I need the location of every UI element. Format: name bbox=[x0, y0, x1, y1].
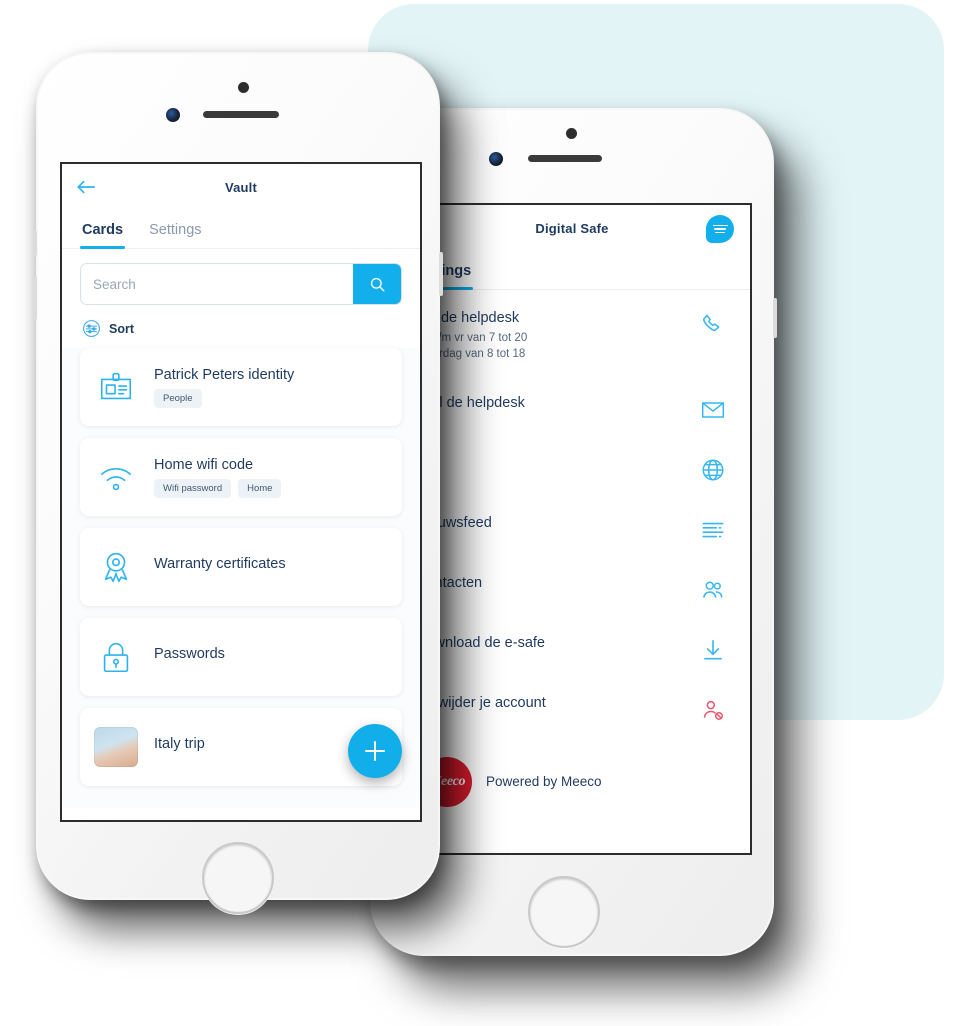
list-item[interactable]: Passwords bbox=[80, 618, 402, 696]
card-title: Patrick Peters identity bbox=[154, 366, 295, 383]
photo-thumbnail bbox=[94, 727, 138, 767]
tag: Wifi password bbox=[154, 478, 232, 498]
side-button bbox=[33, 276, 37, 320]
tab-cards[interactable]: Cards bbox=[80, 218, 126, 249]
hamburger-badge-icon[interactable] bbox=[706, 215, 734, 243]
sensor-icon bbox=[489, 152, 503, 166]
front-tabs: Cards Settings bbox=[62, 210, 420, 249]
front-topbar: Vault bbox=[62, 164, 420, 210]
settings-list: Bel de helpdesk Ma t/m vr van 7 tot 20 Z… bbox=[394, 290, 750, 739]
search-input[interactable] bbox=[81, 264, 353, 304]
padlock-icon bbox=[94, 638, 138, 676]
wifi-icon bbox=[94, 458, 138, 496]
tab-settings-label: Settings bbox=[149, 222, 202, 238]
home-button[interactable] bbox=[528, 876, 600, 948]
search-box bbox=[80, 263, 402, 305]
side-button bbox=[439, 252, 443, 296]
front-phone-device: Vault Cards Settings Search Sort Patrick… bbox=[33, 52, 443, 914]
id-card-icon bbox=[94, 368, 138, 406]
screenshot-stage: Digital Safe Settings bbox=[0, 0, 960, 1026]
download-icon bbox=[696, 635, 730, 663]
globe-icon bbox=[696, 455, 730, 483]
card-tags: Wifi password Home bbox=[154, 478, 388, 498]
settings-row-delete-account[interactable]: Verwijder je account bbox=[394, 679, 750, 739]
settings-row-newsfeed[interactable]: Nieuwsfeed bbox=[394, 499, 750, 559]
envelope-icon bbox=[696, 395, 730, 423]
front-phone-screen: Vault Cards Settings Search Sort Patrick… bbox=[60, 162, 422, 822]
sort-label: Sort bbox=[109, 321, 134, 336]
back-page-title: Digital Safe bbox=[535, 220, 609, 236]
list-item[interactable]: Home wifi code Wifi password Home bbox=[80, 438, 402, 516]
list-item[interactable]: Patrick Peters identity People bbox=[80, 348, 402, 426]
front-camera-icon bbox=[238, 82, 249, 93]
side-button bbox=[773, 298, 777, 338]
hamburger-lines bbox=[712, 222, 728, 235]
sort-control[interactable]: Sort bbox=[62, 305, 420, 348]
feed-list-icon bbox=[696, 515, 730, 543]
people-icon bbox=[696, 575, 730, 603]
tab-settings[interactable]: Settings bbox=[147, 218, 203, 248]
list-item[interactable]: Warranty certificates bbox=[80, 528, 402, 606]
card-title: Passwords bbox=[154, 646, 225, 662]
search-row bbox=[62, 249, 420, 305]
back-topbar: Digital Safe bbox=[394, 205, 750, 251]
settings-row-mail-helpdesk[interactable]: Mail de helpdesk bbox=[394, 379, 750, 439]
settings-row-download-esafe[interactable]: Download de e-safe bbox=[394, 619, 750, 679]
earpiece-speaker bbox=[528, 155, 602, 162]
phone-icon bbox=[696, 310, 730, 338]
home-button[interactable] bbox=[202, 842, 274, 914]
page-title: Vault bbox=[224, 179, 258, 195]
award-ribbon-icon bbox=[94, 548, 138, 586]
sensor-icon bbox=[166, 108, 180, 122]
meeco-footer: Meeco Powered by Meeco bbox=[394, 739, 750, 829]
sort-icon bbox=[82, 319, 101, 338]
front-camera-icon bbox=[566, 128, 577, 139]
add-card-button[interactable] bbox=[348, 724, 402, 778]
delete-account-icon bbox=[696, 695, 730, 723]
tab-cards-label: Cards bbox=[82, 222, 124, 238]
tag: People bbox=[154, 388, 202, 408]
back-phone-screen: Digital Safe Settings bbox=[392, 203, 752, 855]
settings-row-website[interactable] bbox=[394, 439, 750, 499]
side-button bbox=[33, 230, 37, 256]
search-button[interactable] bbox=[353, 264, 401, 304]
back-tabs: Settings bbox=[394, 251, 750, 290]
card-title: Warranty certificates bbox=[154, 556, 286, 572]
settings-row-contacts[interactable]: Contacten bbox=[394, 559, 750, 619]
tag: Home bbox=[238, 478, 282, 498]
settings-row-call-helpdesk[interactable]: Bel de helpdesk Ma t/m vr van 7 tot 20 Z… bbox=[394, 294, 750, 379]
powered-by-label: Powered by Meeco bbox=[486, 774, 602, 790]
card-title: Home wifi code bbox=[154, 456, 254, 473]
earpiece-speaker bbox=[203, 111, 279, 118]
arrow-left-icon[interactable] bbox=[76, 178, 96, 196]
card-tags: People bbox=[154, 388, 388, 408]
